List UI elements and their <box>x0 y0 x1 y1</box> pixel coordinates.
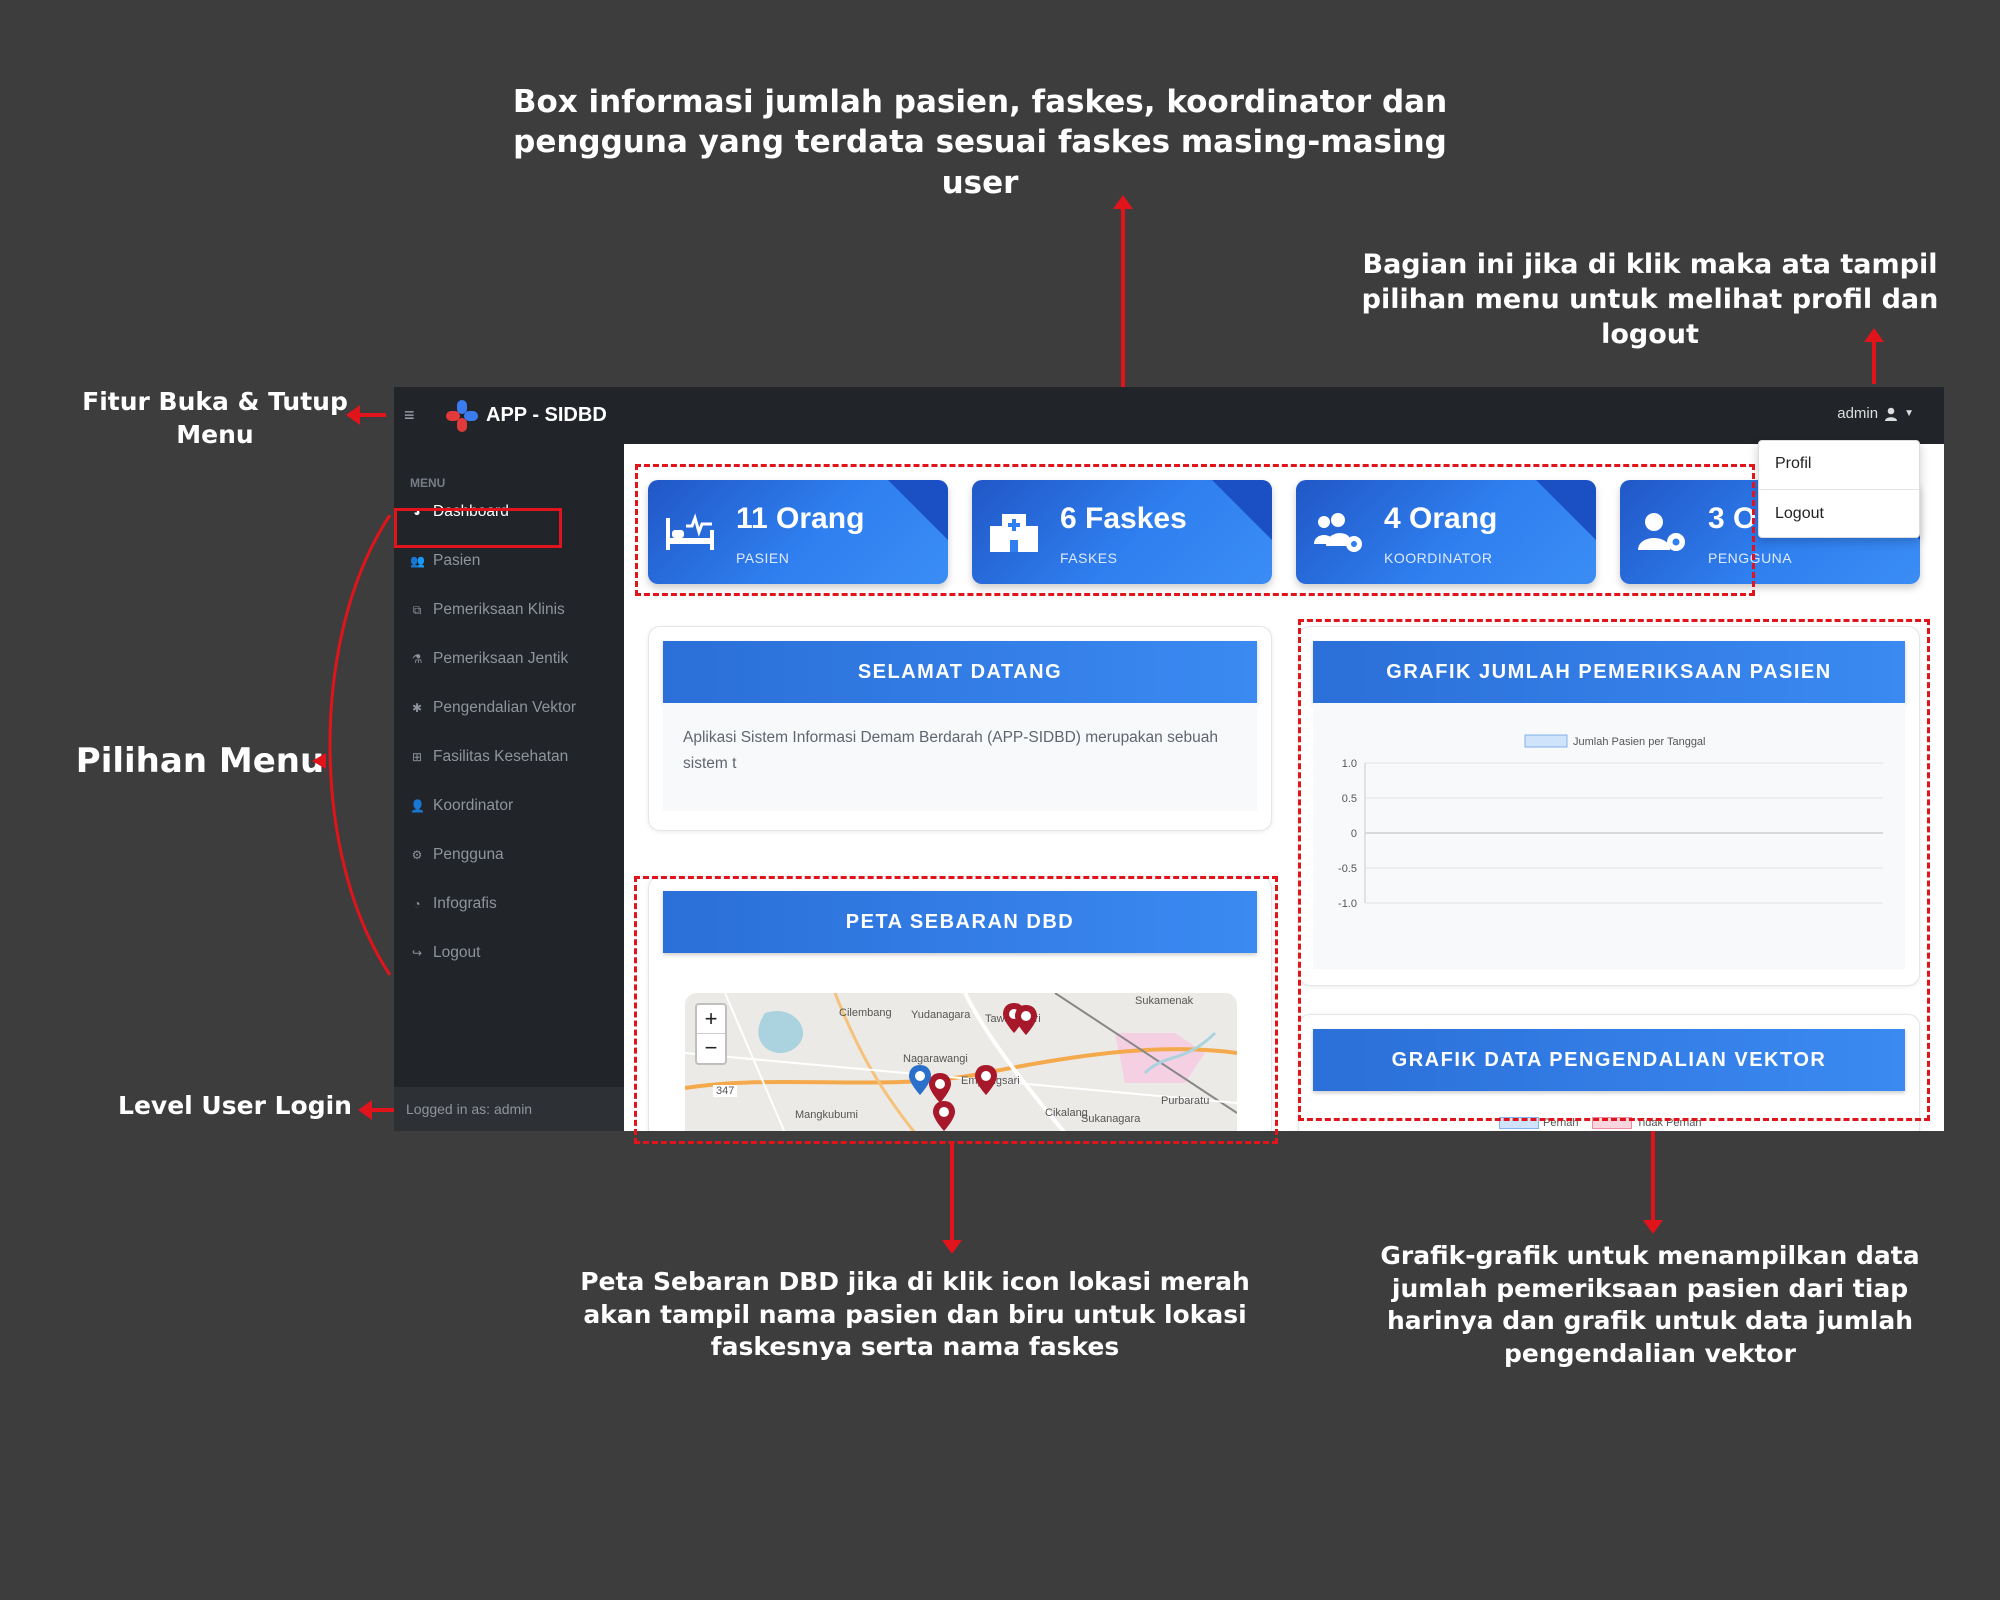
annotation-charts: Grafik-grafik untuk menampilkan data jum… <box>1380 1241 1920 1368</box>
users-icon: 👥 <box>410 554 425 568</box>
larva-icon: ⚗ <box>411 652 423 666</box>
dropdown-divider <box>1759 489 1919 490</box>
sidebar-item-pengguna[interactable]: ⚙ Pengguna <box>410 846 504 864</box>
clinic-icon: ⧉ <box>412 603 422 617</box>
user-dropdown-menu: Profil Logout <box>1758 440 1920 538</box>
annotation-level: Level User Login <box>118 1091 352 1120</box>
arrow-top-head <box>1113 195 1133 209</box>
highlight-charts <box>1298 619 1930 1121</box>
brand-logo-icon <box>446 399 478 432</box>
welcome-card: SELAMAT DATANG Aplikasi Sistem Informasi… <box>648 626 1272 831</box>
hospital-icon: ⊞ <box>411 750 423 764</box>
annotation-stat-boxes: Box informasi jumlah pasien, faskes, koo… <box>512 84 1448 201</box>
menu-toggle-icon[interactable]: ≡ <box>404 405 420 426</box>
highlight-map <box>634 876 1278 1144</box>
arrow-toggle-head <box>346 405 360 425</box>
user-name: admin <box>1837 405 1879 422</box>
menu-bracket <box>312 515 392 976</box>
sidebar-item-pengendalian-vektor[interactable]: ✱ Pengendalian Vektor <box>410 699 576 717</box>
arrow-charts <box>1651 1121 1655 1223</box>
arrow-level-head <box>358 1100 372 1120</box>
sidebar-item-label: Pengendalian Vektor <box>433 699 577 716</box>
sidebar-item-logout[interactable]: ↪ Logout <box>410 944 480 962</box>
sidebar-item-pemeriksaan-klinis[interactable]: ⧉ Pemeriksaan Klinis <box>410 601 565 619</box>
dropdown-item-profil[interactable]: Profil <box>1775 455 1811 473</box>
login-level-footer: Logged in as: admin <box>394 1087 624 1131</box>
sidebar-item-fasilitas-kesehatan[interactable]: ⊞ Fasilitas Kesehatan <box>410 748 568 766</box>
arrow-profile-head <box>1864 328 1884 342</box>
arrow-toggle <box>358 413 386 417</box>
brand-name: APP - SIDBD <box>486 404 607 426</box>
sidebar-item-label: Fasilitas Kesehatan <box>433 748 569 765</box>
arrow-profile <box>1872 340 1876 384</box>
annotation-toggle: Fitur Buka & Tutup Menu <box>82 387 348 449</box>
pie-icon: ◔ <box>413 897 421 911</box>
user-icon <box>1885 407 1898 421</box>
bug-icon: ✱ <box>411 701 423 715</box>
sidebar-item-label: Pemeriksaan Jentik <box>433 650 569 667</box>
arrow-level <box>372 1108 394 1112</box>
chevron-down-icon: ▼ <box>1904 408 1914 419</box>
welcome-text: Aplikasi Sistem Informasi Demam Berdarah… <box>683 729 1218 773</box>
annotation-map: Peta Sebaran DBD jika di klik icon lokas… <box>580 1267 1250 1361</box>
arrow-map <box>950 1142 954 1242</box>
arrow-map-head <box>942 1240 962 1254</box>
user-menu-button[interactable]: admin ▼ <box>1837 405 1914 422</box>
menu-heading: MENU <box>410 476 446 490</box>
welcome-body: Aplikasi Sistem Informasi Demam Berdarah… <box>663 703 1257 811</box>
sidebar-item-label: Infografis <box>433 895 497 912</box>
sidebar-item-label: Logout <box>433 944 481 961</box>
sidebar-item-label: Pemeriksaan Klinis <box>433 601 565 618</box>
sidebar-item-label: Pasien <box>433 552 481 569</box>
user-icon: 👤 <box>410 799 425 813</box>
highlight-dashboard-item <box>394 508 562 548</box>
sidebar-item-infografis[interactable]: ◔ Infografis <box>410 895 497 913</box>
logout-icon: ↪ <box>411 946 423 960</box>
highlight-stat-boxes <box>635 464 1755 596</box>
welcome-title: SELAMAT DATANG <box>663 641 1257 703</box>
sidebar-item-koordinator[interactable]: 👤 Koordinator <box>410 797 513 815</box>
sidebar-item-label: Koordinator <box>433 797 514 814</box>
sidebar-item-pemeriksaan-jentik[interactable]: ⚗ Pemeriksaan Jentik <box>410 650 569 668</box>
sidebar-item-label: Pengguna <box>433 846 504 863</box>
brand[interactable]: APP - SIDBD <box>446 399 607 432</box>
dropdown-item-logout[interactable]: Logout <box>1775 505 1824 523</box>
user-gear-icon: ⚙ <box>411 848 423 862</box>
arrow-charts-head <box>1643 1220 1663 1234</box>
topbar: ≡ APP - SIDBD admin ▼ <box>394 387 1944 444</box>
sidebar-item-pasien[interactable]: 👥 Pasien <box>410 552 480 570</box>
